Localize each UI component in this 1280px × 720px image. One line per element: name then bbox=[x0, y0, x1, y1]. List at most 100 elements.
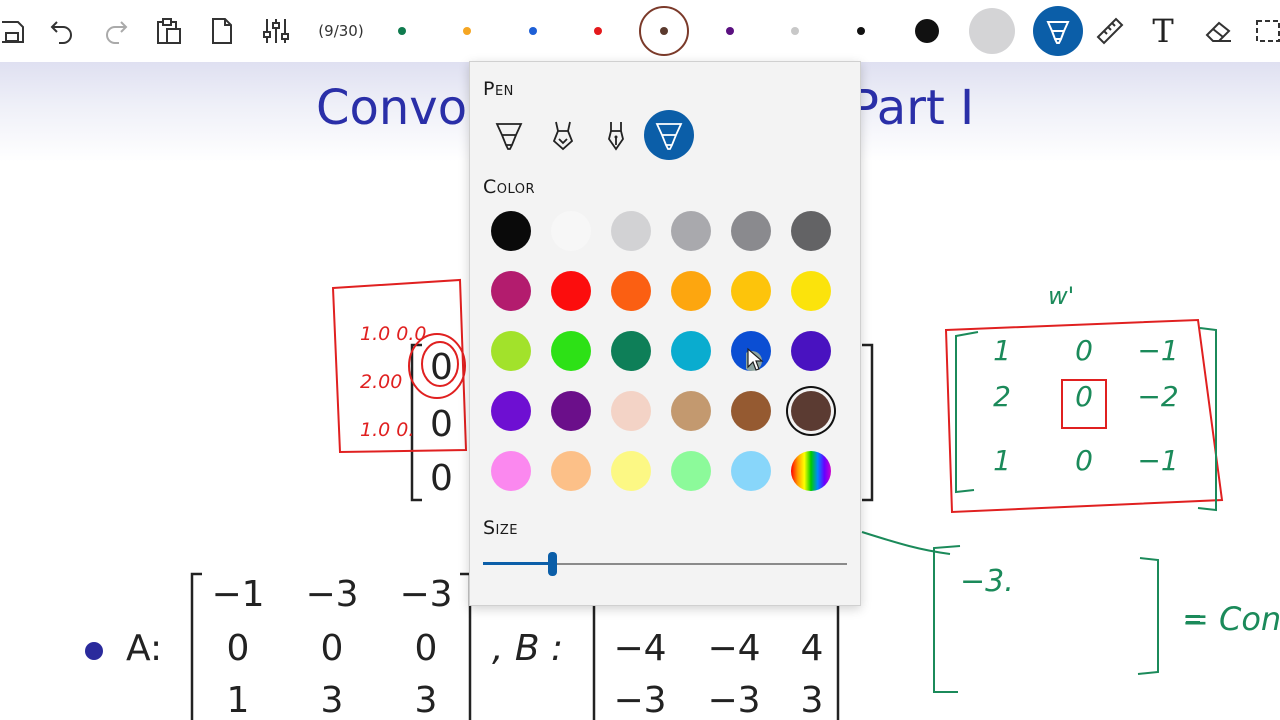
matrix-b-cell: −4 bbox=[613, 628, 667, 669]
quick-color-9[interactable] bbox=[901, 0, 953, 62]
kernel-cell: 2 bbox=[993, 380, 1011, 413]
color-swatch[interactable] bbox=[671, 451, 711, 491]
color-swatch[interactable] bbox=[791, 391, 831, 431]
color-swatch[interactable] bbox=[551, 391, 591, 431]
input-matrix-zero-1: 0 bbox=[430, 347, 453, 388]
color-dot bbox=[726, 27, 734, 35]
color-swatch[interactable] bbox=[611, 271, 651, 311]
pencil-icon bbox=[552, 121, 574, 151]
undo-icon[interactable] bbox=[46, 0, 78, 62]
quick-color-6[interactable] bbox=[704, 0, 756, 62]
bullet-point bbox=[85, 642, 103, 660]
pen-section-title: Pen bbox=[483, 78, 514, 100]
kernel-cell: 0 bbox=[1075, 334, 1093, 367]
color-swatch[interactable] bbox=[671, 331, 711, 371]
color-swatch[interactable] bbox=[731, 211, 771, 251]
quick-color-10[interactable] bbox=[966, 0, 1018, 62]
color-swatch[interactable] bbox=[491, 391, 531, 431]
color-swatch-rainbow[interactable] bbox=[791, 451, 831, 491]
color-swatch[interactable] bbox=[551, 331, 591, 371]
color-dot bbox=[915, 19, 939, 43]
save-icon[interactable] bbox=[0, 0, 26, 62]
color-section-title: Color bbox=[483, 176, 536, 198]
result-label: = Con bbox=[1182, 600, 1280, 638]
quick-color-3[interactable] bbox=[507, 0, 559, 62]
color-swatch[interactable] bbox=[491, 331, 531, 371]
color-swatch[interactable] bbox=[671, 391, 711, 431]
redo-icon[interactable] bbox=[100, 0, 132, 62]
color-swatch[interactable] bbox=[731, 271, 771, 311]
quick-color-2[interactable] bbox=[441, 0, 493, 62]
color-swatch[interactable] bbox=[671, 211, 711, 251]
quick-color-7[interactable] bbox=[769, 0, 821, 62]
matrix-a-cell: −3 bbox=[399, 574, 453, 615]
settings-sliders-icon[interactable] bbox=[260, 0, 292, 62]
quick-color-8[interactable] bbox=[835, 0, 887, 62]
kernel-cell: 0 bbox=[1075, 444, 1093, 477]
color-swatch[interactable] bbox=[671, 271, 711, 311]
quick-color-4[interactable] bbox=[572, 0, 624, 62]
color-swatch[interactable] bbox=[491, 451, 531, 491]
paste-icon[interactable] bbox=[154, 0, 184, 62]
color-swatch[interactable] bbox=[731, 391, 771, 431]
color-swatch[interactable] bbox=[551, 451, 591, 491]
kernel-cell: −2 bbox=[1137, 380, 1179, 413]
matrix-a-cell: 0 bbox=[414, 628, 438, 669]
mouse-cursor-icon bbox=[746, 347, 764, 371]
color-swatch[interactable] bbox=[491, 211, 531, 251]
input-matrix-zero-3: 0 bbox=[430, 458, 453, 499]
matrix-a-cell: −3 bbox=[305, 574, 359, 615]
color-dot bbox=[660, 27, 668, 35]
select-icon[interactable] bbox=[1254, 0, 1280, 62]
kernel-label-w: w' bbox=[1048, 282, 1075, 310]
toolbar: (9/30) T bbox=[0, 0, 1280, 62]
color-swatch[interactable] bbox=[551, 271, 591, 311]
size-slider-fill bbox=[483, 562, 553, 565]
quick-color-5[interactable] bbox=[638, 0, 690, 62]
label-a: A: bbox=[126, 628, 163, 669]
new-page-icon[interactable] bbox=[208, 0, 236, 62]
matrix-b-cell: −4 bbox=[707, 628, 761, 669]
kernel-cell: 1 bbox=[993, 444, 1011, 477]
color-swatch[interactable] bbox=[611, 331, 651, 371]
size-slider-thumb[interactable] bbox=[548, 552, 558, 576]
color-dot bbox=[398, 27, 406, 35]
color-swatch[interactable] bbox=[611, 391, 651, 431]
highlighter-tool-button[interactable] bbox=[1033, 0, 1083, 62]
ballpoint-pen-button[interactable] bbox=[484, 110, 534, 160]
color-dot bbox=[529, 27, 537, 35]
result-entry: −3. bbox=[960, 564, 1014, 599]
pencil-button[interactable] bbox=[538, 110, 588, 160]
eraser-icon[interactable] bbox=[1202, 0, 1234, 62]
color-swatch[interactable] bbox=[611, 451, 651, 491]
page-counter: (9/30) bbox=[318, 22, 364, 40]
fountain-pen-button[interactable] bbox=[591, 110, 641, 160]
quick-color-1[interactable] bbox=[376, 0, 428, 62]
color-swatch[interactable] bbox=[791, 271, 831, 311]
matrix-b-cell: 3 bbox=[800, 680, 824, 720]
matrix-a-cell: 1 bbox=[226, 680, 250, 720]
color-swatch[interactable] bbox=[791, 331, 831, 371]
matrix-b-cell: 4 bbox=[800, 628, 824, 669]
text-tool-icon[interactable]: T bbox=[1146, 0, 1180, 62]
pen-settings-panel: Pen Color Size bbox=[469, 61, 861, 606]
matrix-b-cell: −3 bbox=[707, 680, 761, 720]
color-dot bbox=[969, 8, 1015, 54]
color-swatch[interactable] bbox=[791, 211, 831, 251]
red-annotation: 1.0 0.0 2.00 1.0 0. bbox=[360, 323, 427, 441]
label-b: , B : bbox=[492, 628, 564, 669]
matrix-a-cell: 3 bbox=[414, 680, 438, 720]
highlighter-pen-button[interactable] bbox=[644, 110, 694, 160]
color-dot bbox=[594, 27, 602, 35]
highlighter-icon bbox=[655, 123, 683, 150]
matrix-a-cell: 3 bbox=[320, 680, 344, 720]
color-swatch[interactable] bbox=[611, 211, 651, 251]
color-dot bbox=[463, 27, 471, 35]
matrix-a-cell: 0 bbox=[226, 628, 250, 669]
color-swatch[interactable] bbox=[551, 211, 591, 251]
color-swatch[interactable] bbox=[491, 271, 531, 311]
color-dot bbox=[857, 27, 865, 35]
color-swatch[interactable] bbox=[731, 451, 771, 491]
ruler-icon[interactable] bbox=[1094, 0, 1126, 62]
kernel-cell: 1 bbox=[993, 334, 1011, 367]
